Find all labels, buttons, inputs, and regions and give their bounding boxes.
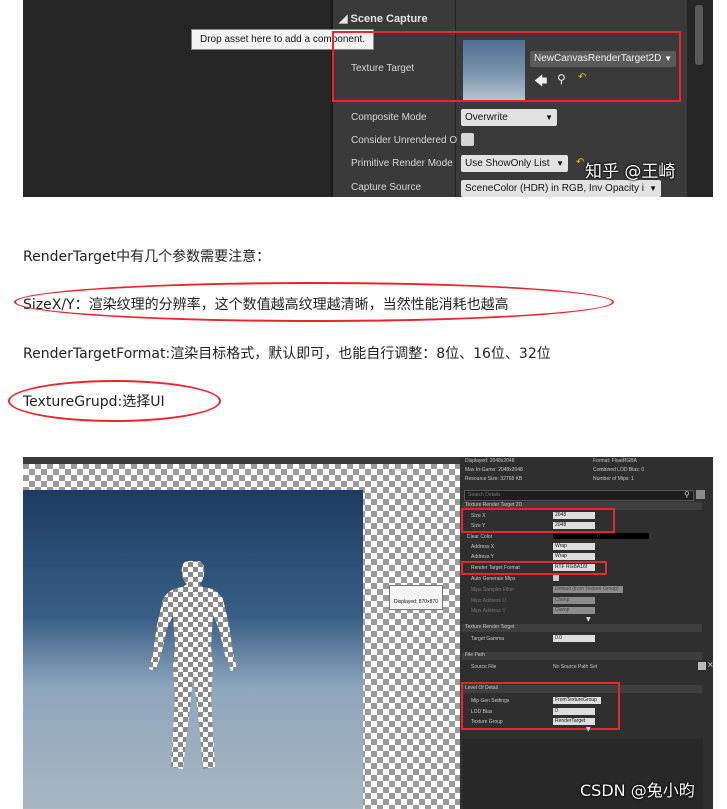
collapse-arrow-icon: ◢: [339, 13, 348, 25]
annotation-rectangle: [461, 561, 607, 575]
section-header[interactable]: ◢ Scene Capture: [339, 12, 428, 25]
info-lod-bias: Combined LOD Bias: 0: [593, 467, 645, 473]
annotation-rectangle: [461, 508, 615, 533]
view-options-icon[interactable]: [696, 490, 705, 499]
mips-address-v-label: Mips Address V: [471, 608, 506, 614]
info-max-ingame: Max In-Game: 2048x2048: [465, 467, 523, 473]
search-details-input[interactable]: Search Details: [464, 490, 694, 501]
mips-address-v-dropdown[interactable]: Clamp: [553, 607, 595, 614]
paragraph-render-target-intro: RenderTarget中有几个参数需要注意：: [23, 249, 271, 265]
section-title: Texture Render Target: [465, 624, 515, 630]
unreal-details-screenshot: ◢ Scene Capture Drop asset here to add a…: [23, 0, 713, 197]
primitive-render-mode-dropdown[interactable]: Use ShowOnly List ▼: [461, 155, 568, 172]
target-gamma-input[interactable]: 0.0: [553, 635, 595, 642]
displayed-size-badge: Displayed: 870x870: [389, 585, 443, 610]
info-num-mips: Number of Mips: 1: [593, 476, 634, 482]
viewport-label: Viewport: [391, 467, 411, 473]
address-y-value: Wrap: [555, 553, 567, 559]
section-title: File Path: [465, 652, 485, 658]
primitive-render-mode-label: Primitive Render Mode: [351, 158, 453, 169]
search-icon[interactable]: ⚲: [684, 490, 692, 499]
capture-source-value: SceneColor (HDR) in RGB, Inv Opacity i: [465, 183, 644, 194]
chevron-down-icon: ▼: [556, 159, 564, 168]
chevron-down-icon: ▼: [545, 113, 553, 122]
mips-sampler-filter-value: Default (from Texture Group): [555, 586, 619, 592]
paragraph-render-target-format: RenderTargetFormat:渲染目标格式，默认即可，也能自行调整：8位…: [23, 346, 551, 362]
reset-to-default-icon[interactable]: ↶: [576, 157, 584, 168]
composite-mode-dropdown[interactable]: Overwrite ▼: [461, 109, 557, 126]
mips-sampler-filter-label: Mips Sampler Filter: [471, 587, 515, 593]
primitive-render-mode-value: Use ShowOnly List: [465, 158, 550, 169]
info-format: Format: FloatRGBA: [593, 458, 637, 464]
character-silhouette: [149, 561, 237, 769]
info-resource-size: Resource Size: 32768 KB: [465, 476, 523, 482]
clear-color-label: Clear Color: [467, 534, 493, 540]
viewport-toolbar: [23, 457, 460, 464]
section-texture-render-target[interactable]: Texture Render Target: [462, 624, 702, 632]
render-target-editor-screenshot: Viewport Displayed: 870x870 Displayed: 2…: [23, 457, 713, 809]
capture-source-label: Capture Source: [351, 182, 422, 193]
mips-sampler-filter-dropdown[interactable]: Default (from Texture Group): [553, 586, 623, 593]
expand-advanced-icon[interactable]: ▼: [586, 616, 591, 623]
address-x-value: Wrap: [555, 543, 567, 549]
capture-source-dropdown[interactable]: SceneColor (HDR) in RGB, Inv Opacity i ▼: [461, 180, 661, 197]
expand-advanced-icon[interactable]: ▼: [586, 726, 591, 733]
auto-generate-mips-checkbox[interactable]: [553, 575, 559, 581]
browse-file-icon[interactable]: [698, 662, 706, 670]
annotation-rectangle: [461, 682, 620, 730]
annotation-ellipse: [14, 282, 614, 322]
mips-address-u-label: Mips Address U: [471, 598, 507, 604]
annotation-rectangle: [332, 31, 681, 102]
source-file-value: No Source Path Set: [553, 664, 598, 670]
mips-address-u-value: Clamp: [555, 597, 570, 603]
clear-color-swatch[interactable]: [553, 533, 649, 539]
displayed-size-text: Displayed: 870x870: [394, 599, 438, 605]
consider-unrendered-label: Consider Unrendered O: [351, 135, 458, 146]
composite-mode-label: Composite Mode: [351, 112, 427, 123]
composite-mode-value: Overwrite: [465, 112, 508, 123]
close-icon[interactable]: ×: [707, 660, 713, 669]
consider-unrendered-checkbox[interactable]: [461, 133, 474, 146]
section-title: Scene Capture: [350, 13, 428, 25]
annotation-ellipse: [8, 380, 221, 422]
address-x-label: Address X: [471, 544, 495, 550]
address-y-dropdown[interactable]: Wrap: [553, 553, 595, 560]
source-file-label: Source File: [471, 664, 497, 670]
target-gamma-value: 0.0: [555, 635, 562, 641]
search-placeholder: Search Details: [468, 492, 501, 498]
section-file-path[interactable]: File Path: [462, 652, 702, 660]
csdn-watermark: CSDN @兔小昀: [580, 781, 695, 800]
mips-address-v-value: Clamp: [555, 607, 570, 613]
address-x-dropdown[interactable]: Wrap: [553, 543, 595, 550]
scrollbar-thumb[interactable]: [695, 5, 703, 65]
info-displayed: Displayed: 2048x2048: [465, 458, 515, 464]
mips-address-u-dropdown[interactable]: Clamp: [553, 597, 595, 604]
chevron-down-icon: ▼: [649, 184, 657, 193]
zhihu-watermark: 知乎 @王崎: [585, 162, 676, 182]
auto-generate-mips-label: Auto Generate Mips: [471, 576, 516, 582]
target-gamma-label: Target Gamma: [471, 636, 505, 642]
address-y-label: Address Y: [471, 554, 494, 560]
